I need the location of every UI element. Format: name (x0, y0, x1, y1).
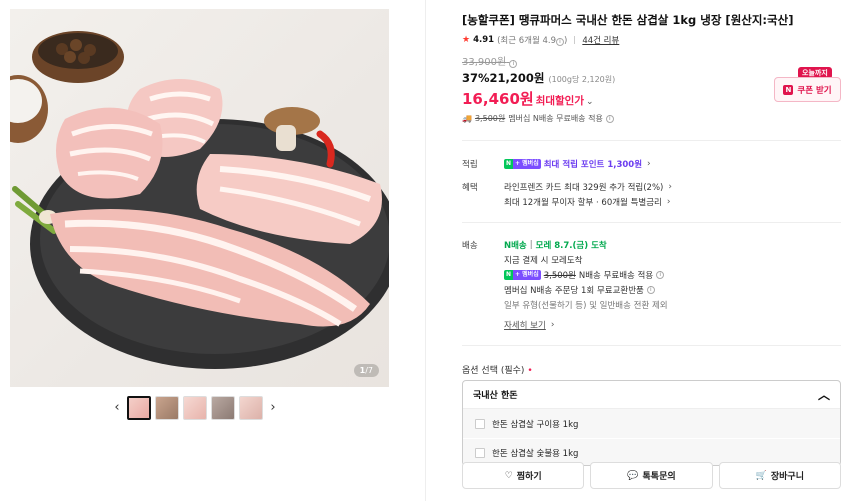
npay-membership-icon: N + 멤버십 (504, 159, 541, 169)
required-mark: • (527, 366, 533, 376)
product-title: [농할쿠폰] 땡큐파머스 국내산 한돈 삼겹살 1kg 냉장 [원산지:국산] (462, 13, 794, 27)
benefits-label: 혜택 (462, 183, 478, 193)
original-price: 33,900원 i (462, 53, 518, 68)
delivery-shipping-text: N배송 무료배송 적용 (578, 271, 654, 281)
points-text: 최대 적립 포인트 1,300원 (543, 160, 643, 170)
thumbnail-4[interactable] (211, 396, 235, 420)
benefit-card[interactable]: 라인프렌즈 카드 최대 329원 추가 적립(2%) › (504, 181, 672, 193)
chevron-right-icon: › (666, 197, 671, 207)
max-discount-price: 16,460원 (462, 90, 534, 108)
rating-note: (최근 6개월 4.9 i) (497, 34, 567, 46)
shipping-original-fee: 3,500원 (474, 114, 506, 123)
thumbnail-1[interactable] (127, 396, 151, 420)
pork-belly-illustration (10, 31, 389, 369)
shipping-row: 🚚 3,500원 멤버십 N배송 무료배송 적용 i (462, 113, 614, 124)
max-discount-label: 최대할인가 (535, 95, 584, 107)
info-icon[interactable]: i (556, 38, 564, 46)
thumbnail-2[interactable] (155, 396, 179, 420)
points-row[interactable]: N + 멤버십 최대 적립 포인트 1,300원 › (504, 158, 651, 170)
option-label: 옵션 선택 (필수) • (462, 363, 533, 376)
points-label: 적립 (462, 160, 478, 170)
heart-icon: ♡ (504, 470, 513, 481)
delivery-details-link[interactable]: 자세히 보기 › (504, 319, 554, 331)
benefit-installment[interactable]: 최대 12개월 무이자 할부 · 60개월 특별금리 › (504, 196, 670, 208)
delivery-arrival-row: N배송 | 모레 8.7.(금) 도착 (504, 239, 607, 251)
unit-price: (100g당 2,120원) (548, 75, 616, 84)
review-count-link[interactable]: 44건 리뷰 (582, 34, 619, 46)
rating-note-end: ) (564, 36, 568, 46)
info-icon[interactable]: i (605, 114, 614, 123)
delivery-exclusion: 일부 유형(선물하기 등) 및 일반배송 전환 제외 (504, 301, 668, 311)
thumbnail-strip: ‹ › (111, 396, 279, 420)
separator (574, 36, 576, 44)
chevron-right-icon: › (550, 320, 555, 330)
checkbox[interactable] (475, 448, 485, 458)
info-icon[interactable]: i (509, 60, 518, 68)
benefit-installment-text: 최대 12개월 무이자 할부 · 60개월 특별금리 (504, 198, 662, 208)
details-link-text: 자세히 보기 (504, 321, 546, 331)
cart-button[interactable]: 🛒 장바구니 (718, 462, 841, 489)
coupon-button[interactable]: N 쿠폰 받기 (774, 77, 841, 102)
cart-icon: 🛒 (755, 470, 767, 481)
column-divider (425, 0, 426, 501)
delivery-label: 배송 (462, 241, 478, 251)
benefit-card-text: 라인프렌즈 카드 최대 329원 추가 적립(2%) (504, 183, 664, 193)
divider (462, 345, 841, 346)
main-product-image[interactable]: 1/7 (10, 9, 389, 387)
delivery-return-text: 멤버십 N배송 주문당 1회 무료교환반품 (504, 286, 644, 296)
n-coupon-icon: N (783, 84, 794, 95)
rating-note-text: (최근 6개월 4.9 (497, 36, 556, 46)
original-price-text: 33,900원 (462, 57, 507, 68)
truck-icon: 🚚 (462, 114, 472, 123)
checkbox[interactable] (475, 418, 485, 429)
npay-membership-icon: N + 멤버십 (504, 270, 541, 280)
sale-price-row: 37%21,200원 (100g당 2,120원) (462, 70, 615, 86)
option-item[interactable]: 한돈 삼겹살 구이용 1kg (463, 409, 840, 438)
rating-score: 4.91 (473, 35, 495, 45)
chevron-right-icon: › (647, 159, 651, 169)
separator: | (529, 240, 533, 250)
sale-price: 21,200원 (489, 71, 545, 85)
chat-icon: 💬 (627, 470, 639, 481)
wishlist-button[interactable]: ♡ 찜하기 (462, 462, 585, 489)
rating-row: ★ 4.91 (최근 6개월 4.9 i) 44건 리뷰 (462, 34, 619, 46)
info-icon[interactable]: i (646, 286, 655, 294)
coupon-button-label: 쿠폰 받기 (797, 85, 832, 96)
max-discount-row[interactable]: 16,460원 최대할인가 ⌄ (462, 88, 594, 109)
star-icon: ★ (462, 35, 471, 45)
chevron-up-icon[interactable]: ︿ (818, 386, 830, 403)
image-counter: 1/7 (353, 364, 379, 377)
chevron-right-icon[interactable]: › (267, 396, 279, 420)
delivery-shipping-row: N + 멤버십 3,500원 N배송 무료배송 적용 i (504, 269, 665, 281)
delivery-arrival: 모레 8.7.(금) 도착 (535, 241, 607, 251)
action-buttons: ♡ 찜하기 💬 톡톡문의 🛒 장바구니 (462, 462, 841, 489)
selected-option-group: 국내산 한돈 (473, 391, 518, 401)
image-counter-total: /7 (365, 366, 373, 375)
option-dropdown-header[interactable]: 국내산 한돈 ︿ (463, 381, 840, 409)
divider (462, 222, 841, 223)
shipping-text: 멤버십 N배송 무료배송 적용 (508, 114, 603, 123)
option-dropdown[interactable]: 국내산 한돈 ︿ 한돈 삼겹살 구이용 1kg 한돈 삼겹살 숯불용 1kg (462, 380, 841, 466)
option-item-label: 한돈 삼겹살 구이용 1kg (492, 419, 579, 430)
inquiry-label: 톡톡문의 (642, 472, 676, 482)
wishlist-label: 찜하기 (516, 472, 542, 482)
chevron-left-icon[interactable]: ‹ (111, 396, 123, 420)
delivery-return-row: 멤버십 N배송 주문당 1회 무료교환반품 i (504, 284, 655, 296)
chevron-right-icon: › (668, 182, 672, 192)
discount-rate: 37% (462, 71, 490, 85)
info-icon[interactable]: i (656, 271, 665, 279)
thumbnail-5[interactable] (239, 396, 263, 420)
option-label-text: 옵션 선택 (필수) (462, 366, 525, 376)
inquiry-button[interactable]: 💬 톡톡문의 (590, 462, 713, 489)
delivery-pay-note: 지금 결제 시 모레도착 (504, 256, 583, 266)
n-delivery-tag: N배송 (504, 241, 527, 251)
thumbnail-3[interactable] (183, 396, 207, 420)
chevron-down-icon[interactable]: ⌄ (586, 97, 594, 107)
delivery-original-fee: 3,500원 (543, 271, 576, 281)
cart-label: 장바구니 (770, 472, 804, 482)
option-item-label: 한돈 삼겹살 숯불용 1kg (492, 449, 579, 459)
divider (462, 140, 841, 141)
